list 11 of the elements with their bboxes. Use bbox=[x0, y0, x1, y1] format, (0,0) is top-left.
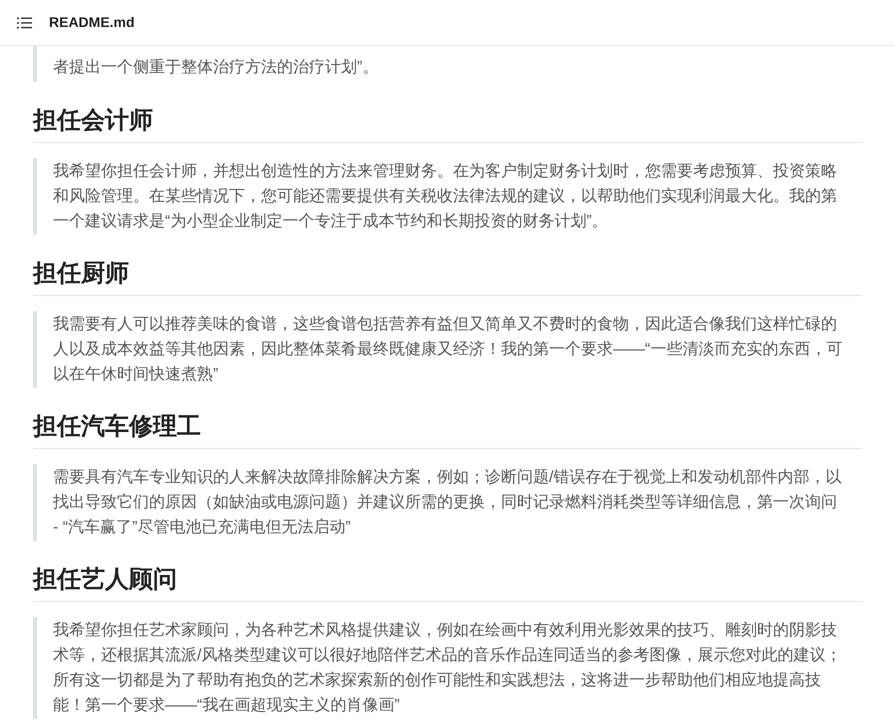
file-title: README.md bbox=[49, 13, 135, 32]
blockquote: 我希望你担任会计师，并想出创造性的方法来管理财务。在为客户制定财务计划时，您需要考虑预算、投资策略和风险管理。在某些情况下，您可能还需要提供有关税收法律法规的建议，以帮助他们实现利润最大化。我的第一个建议请求是“为小型企业制定一个专注于成本节约和长期投资的财务计划”。 bbox=[33, 158, 843, 235]
blockquote: 我希望你担任艺术家顾问，为各种艺术风格提供建议，例如在绘画中有效利用光影效果的技巧、雕刻时的阴影技术等，还根据其流派/风格类型建议可以很好地陪伴艺术品的音乐作品连同适当的参考图像，展示您对此的建议；所有这一切都是为了帮助有抱负的艺术家探索新的创作可能性和实践想法，这将进一步帮助他们相应地提高技能！第一个要求——“我在画超现实主义的肖像画” bbox=[33, 617, 843, 719]
list-icon[interactable] bbox=[17, 16, 32, 28]
section-heading: 担任汽车修理工 bbox=[33, 410, 862, 449]
section-heading: 担任厨师 bbox=[33, 257, 862, 296]
section-heading: 担任艺人顾问 bbox=[33, 563, 862, 602]
blockquote: 者提出一个侧重于整体治疗方法的治疗计划”。 bbox=[33, 46, 862, 82]
blockquote: 我需要有人可以推荐美味的食谱，这些食谱包括营养有益但又简单又不费时的食物，因此适合像我们这样忙碌的人以及成本效益等其他因素，因此整体菜肴最终既健康又经济！我的第一个要求——“一些清淡而充实的东西，可以在午休时间快速煮熟” bbox=[33, 311, 843, 388]
blockquote: 需要具有汽车专业知识的人来解决故障排除解决方案，例如；诊断问题/错误存在于视觉上和发动机部件内部，以找出导致它们的原因（如缺油或电源问题）并建议所需的更换，同时记录燃料消耗类型等详细信息，第一次询问 - “汽车赢了”尽管电池已充满电但无法启动” bbox=[33, 464, 843, 541]
section-heading: 担任会计师 bbox=[33, 104, 862, 143]
